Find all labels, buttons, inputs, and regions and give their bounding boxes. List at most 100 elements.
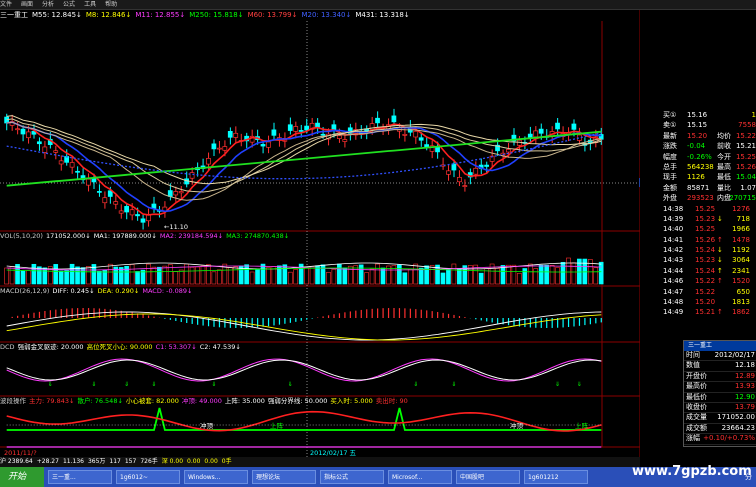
popup-value: 23664.23: [721, 423, 755, 432]
quote-label: 幅度: [663, 152, 677, 161]
popup-value: 2012/02/17: [714, 351, 755, 359]
status-bar: 沪 2389.64 +28.27 11.136 365万 117 157 726手深 0.0…: [0, 457, 640, 467]
taskbar-button[interactable]: 指标公式: [320, 470, 384, 484]
candle: [484, 164, 490, 167]
ma-value: M60: 13.799↓: [247, 11, 298, 19]
volume-bar: [375, 263, 380, 285]
volume-bar: [233, 266, 239, 285]
volume-bar: [244, 264, 249, 285]
volume-bar: [26, 270, 31, 285]
tick-price: 15.23: [695, 214, 716, 223]
status-value: 0手: [221, 458, 232, 465]
indicator-value: 卖出时: 90: [375, 397, 408, 405]
tick-volume: 3064: [732, 256, 750, 265]
quote-label: 总手: [663, 162, 677, 171]
volume-bar: [97, 270, 102, 285]
quote-value: 15.21: [735, 142, 756, 151]
volume-bar: [189, 266, 195, 285]
indicator-value: 散户: 76.548↓: [77, 397, 123, 405]
taskbar-button[interactable]: Windows...: [184, 470, 248, 484]
indicator-value: 波段操作: [0, 397, 26, 405]
taskbar-button[interactable]: 三一重...: [48, 470, 112, 484]
candle: [418, 137, 424, 141]
candle: [233, 132, 239, 138]
taskbar-button[interactable]: 理想论坛: [252, 470, 316, 484]
volume-bar: [424, 265, 429, 285]
tick-volume: 1276: [732, 204, 750, 213]
quote-label: 今开: [717, 152, 731, 161]
candle: [555, 122, 560, 130]
tick-time: 14:38: [663, 204, 684, 213]
taskbar-button[interactable]: 1g601212: [524, 470, 588, 484]
popup-value: 171052.00: [717, 413, 755, 422]
vol-indicator-bar: VOL(5,10,20) 171052.000↓ MA1: 197889.000↓ M…: [0, 231, 640, 241]
candle: [538, 128, 544, 134]
quote-value: 15.22: [735, 131, 756, 140]
volume-bar: [53, 264, 59, 285]
menu-item[interactable]: 帮助: [105, 0, 117, 9]
taskbar-button[interactable]: 中国股吧: [456, 470, 520, 484]
indicator-value: DCD: [0, 343, 15, 351]
quote-value: 15.16: [687, 111, 708, 119]
taskbar-button[interactable]: Microsof...: [388, 470, 452, 484]
candle: [75, 170, 80, 173]
menu-bar[interactable]: 文件 画面 分析 公式 工具 帮助: [0, 0, 756, 10]
candle: [26, 131, 31, 139]
candle: [216, 147, 222, 150]
quote-value: 15.26: [735, 162, 756, 171]
volume-bar: [135, 271, 140, 285]
ma-indicator-bar: 三一重工 M55: 12.845↓ M8: 12.846↓ M11: 12.855↓ M…: [0, 10, 640, 21]
quote-label: 外盘: [663, 194, 677, 203]
band-label: 冲顶: [510, 421, 524, 430]
buy-arrow: ⇓: [413, 381, 418, 388]
menu-item[interactable]: 画面: [21, 0, 33, 9]
menu-item[interactable]: 工具: [84, 0, 96, 9]
quote-row: 现手 1126 最低 15.04: [663, 172, 756, 182]
popup-row: 最低价 12.90: [684, 393, 756, 403]
candle: [211, 143, 217, 150]
candle: [391, 115, 397, 123]
menu-item[interactable]: 公式: [63, 0, 75, 9]
quote-row: 涨跌 -0.04 前收 15.21: [663, 141, 756, 151]
menu-item[interactable]: 分析: [42, 0, 54, 9]
data-popup[interactable]: 三一重工 时间 2012/02/17 数值 12.18 开盘价 12.89 最高价 13.93…: [683, 340, 756, 447]
volume-bar: [326, 272, 331, 285]
volume-bar: [369, 268, 375, 285]
indicator-value: 买入时: 5.000: [330, 397, 373, 405]
status-value: 365万: [87, 458, 106, 465]
taskbar-button[interactable]: 1g6012~: [116, 470, 180, 484]
candle: [189, 172, 195, 179]
candle: [462, 185, 468, 187]
volume-bar: [560, 262, 566, 285]
popup-label: 涨幅: [686, 434, 700, 443]
start-button[interactable]: 开始: [0, 467, 44, 487]
tick-time: 14:47: [663, 287, 684, 296]
tick-volume: 1192: [732, 246, 750, 255]
ma-line-tan-1: [6, 121, 602, 201]
popup-value: 12.89: [734, 371, 755, 380]
quote-label: 金额: [663, 183, 677, 192]
quote-label: 现手: [663, 173, 677, 182]
ma-value: M11: 12.855↓: [135, 11, 186, 19]
volume-bar: [555, 267, 560, 285]
candle: [146, 214, 151, 222]
quote-label: 最低: [717, 173, 731, 182]
popup-title[interactable]: 三一重工: [684, 341, 756, 351]
tick-arrow: ↓: [717, 246, 723, 255]
volume-bar: [151, 266, 157, 285]
kline-chart-area[interactable]: ←11.10 ⇓⇓⇓⇓⇓⇓⇓⇓⇓⇓ 冲顶上阵冲顶上阵 14.0013.5013.…: [0, 0, 640, 457]
indicator-value: C1: 53.307↓: [155, 343, 197, 351]
status-value: 0.00: [187, 458, 201, 465]
volume-bar: [500, 265, 506, 285]
volume-bar: [304, 267, 309, 285]
tick-row: 14:48 15.20 1813: [663, 297, 756, 307]
tick-price: 15.23: [695, 256, 716, 265]
popup-label: 开盘价: [686, 371, 707, 380]
watermark: www.7gpzb.com: [632, 464, 752, 479]
candle: [53, 150, 59, 153]
tick-row: 14:42 15.24 ↓ 1192: [663, 245, 756, 255]
tick-arrow: ↓: [717, 256, 723, 265]
candle: [446, 170, 451, 175]
tick-price: 15.22: [695, 277, 716, 286]
menu-item[interactable]: 文件: [0, 0, 12, 9]
